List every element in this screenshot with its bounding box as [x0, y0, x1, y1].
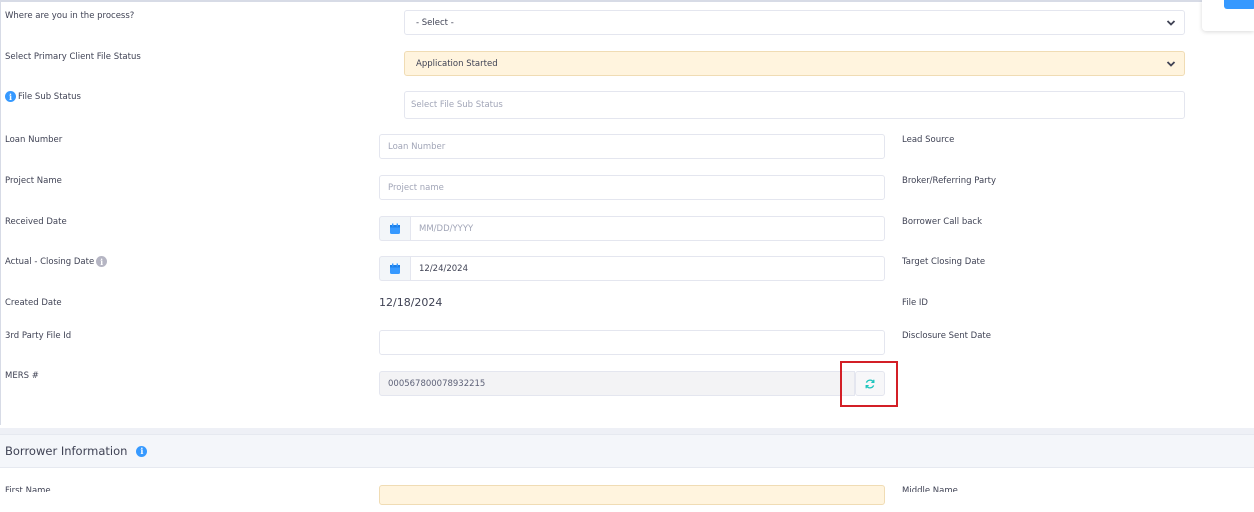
- mers-value: 000567800078932215: [388, 378, 486, 389]
- received-date-input[interactable]: MM/DD/YYYY: [410, 216, 885, 241]
- info-icon[interactable]: i: [96, 256, 108, 267]
- lead-source-label: Lead Source: [902, 135, 955, 145]
- borrower-callback-label: Borrower Call back: [902, 217, 983, 227]
- highlight-box: [840, 361, 898, 407]
- calendar-icon: [390, 263, 400, 274]
- calendar-button[interactable]: [379, 256, 410, 281]
- broker-label: Broker/Referring Party: [902, 176, 997, 186]
- actual-closing-value: 12/24/2024: [419, 263, 468, 274]
- created-date-label: Created Date: [5, 298, 62, 308]
- third-party-label: 3rd Party File Id: [5, 331, 72, 341]
- sub-status-input[interactable]: Select File Sub Status: [404, 91, 1185, 119]
- loan-number-label: Loan Number: [5, 135, 63, 145]
- first-name-input[interactable]: [379, 485, 885, 505]
- third-party-input[interactable]: [379, 330, 885, 355]
- actual-closing-label: Actual - Closing Date: [5, 256, 95, 267]
- borrower-title-group: Borrower Information i: [5, 444, 148, 458]
- project-name-placeholder: Project name: [388, 182, 444, 193]
- process-select-value: - Select -: [416, 17, 454, 28]
- received-date-label: Received Date: [5, 217, 67, 227]
- chevron-down-icon: [1166, 61, 1176, 67]
- client-status-value: Application Started: [416, 58, 498, 69]
- created-date-value: 12/18/2024: [379, 296, 443, 309]
- mers-input[interactable]: 000567800078932215: [379, 371, 855, 396]
- project-name-input[interactable]: Project name: [379, 175, 885, 200]
- received-date-group: MM/DD/YYYY: [379, 216, 885, 241]
- actual-closing-input[interactable]: 12/24/2024: [410, 256, 885, 281]
- file-id-label: File ID: [902, 298, 928, 308]
- project-name-label: Project Name: [5, 176, 62, 186]
- process-select[interactable]: - Select -: [404, 10, 1185, 35]
- loan-number-input[interactable]: Loan Number: [379, 134, 885, 159]
- info-icon[interactable]: i: [5, 91, 16, 102]
- top-right-button[interactable]: [1224, 0, 1254, 9]
- calendar-button[interactable]: [379, 216, 410, 241]
- borrower-section-header: Borrower Information i: [0, 434, 1254, 468]
- top-right-card: [1202, 0, 1254, 31]
- process-label: Where are you in the process?: [5, 11, 135, 21]
- sub-status-label-group: i File Sub Status: [5, 91, 81, 102]
- actual-closing-group: 12/24/2024: [379, 256, 885, 281]
- chevron-down-icon: [1166, 20, 1176, 26]
- sub-status-label: File Sub Status: [18, 91, 81, 102]
- disclosure-label: Disclosure Sent Date: [902, 331, 991, 341]
- target-closing-label: Target Closing Date: [902, 257, 986, 267]
- first-name-label: First Name: [5, 486, 51, 492]
- borrower-section-title: Borrower Information: [5, 444, 128, 458]
- actual-closing-label-group: Actual - Closing Date i: [5, 256, 108, 267]
- client-status-label: Select Primary Client File Status: [5, 52, 141, 62]
- left-border: [0, 0, 1, 425]
- loan-number-placeholder: Loan Number: [388, 141, 446, 152]
- received-date-placeholder: MM/DD/YYYY: [419, 223, 474, 234]
- calendar-icon: [390, 223, 400, 234]
- top-border: [0, 0, 1254, 2]
- client-status-select[interactable]: Application Started: [404, 51, 1185, 76]
- info-icon[interactable]: i: [136, 445, 148, 457]
- sub-status-placeholder: Select File Sub Status: [411, 100, 503, 110]
- mers-label: MERS #: [5, 371, 39, 381]
- middle-name-label: Middle Name: [902, 486, 958, 492]
